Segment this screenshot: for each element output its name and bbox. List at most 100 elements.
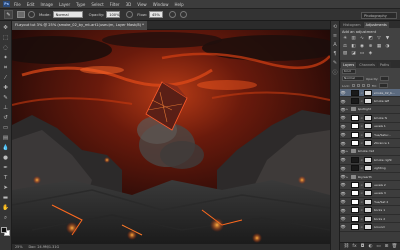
new-group-icon[interactable]: ▭: [376, 244, 381, 249]
layer-row[interactable]: 👁 ∞ Levels 3: [340, 189, 400, 199]
visibility-eye-icon[interactable]: 👁: [340, 99, 345, 104]
layer-thumbnail[interactable]: [351, 207, 359, 214]
levels-icon[interactable]: ▥: [351, 36, 357, 41]
menu-edit[interactable]: Edit: [27, 2, 35, 7]
layer-mask-thumbnail[interactable]: [364, 207, 372, 214]
eyedropper-tool-icon[interactable]: ⁄: [2, 74, 10, 82]
curves-icon[interactable]: ∿: [359, 36, 365, 41]
brightness-contrast-icon[interactable]: ☀: [342, 36, 348, 41]
healing-brush-tool-icon[interactable]: ✚: [2, 84, 10, 92]
layer-thumbnail[interactable]: [351, 140, 359, 147]
hand-tool-icon[interactable]: ✋: [2, 204, 10, 212]
type-tool-icon[interactable]: T: [2, 174, 10, 182]
mask-link-icon[interactable]: ∞: [361, 116, 364, 120]
quick-select-tool-icon[interactable]: ✦: [2, 54, 10, 62]
layer-thumbnail[interactable]: [351, 123, 359, 130]
path-select-tool-icon[interactable]: ➤: [2, 184, 10, 192]
mode-select[interactable]: Normal: [52, 11, 83, 18]
layer-row[interactable]: 👁 ∞ Hue/Sat 2: [340, 198, 400, 207]
brush-size-picker[interactable]: [17, 11, 25, 18]
tab-layers[interactable]: Layers: [341, 62, 357, 68]
layer-thumbnail[interactable]: [351, 131, 359, 138]
visibility-eye-icon[interactable]: 👁: [340, 141, 345, 146]
color-lookup-icon[interactable]: ▦: [376, 44, 382, 49]
layer-row[interactable]: 👁 ∞ Lighting: [340, 164, 400, 173]
black-white-icon[interactable]: ◧: [351, 44, 357, 49]
layer-mask-thumbnail[interactable]: [364, 131, 372, 138]
delete-layer-icon[interactable]: 🗑: [392, 244, 398, 249]
mask-link-icon[interactable]: ∞: [361, 99, 364, 103]
group-expand-icon[interactable]: ▸: [347, 107, 350, 111]
dodge-tool-icon[interactable]: ●: [2, 154, 10, 162]
link-layers-icon[interactable]: ⛓: [344, 244, 350, 249]
pen-tool-icon[interactable]: ✒: [2, 164, 10, 172]
layer-mask-thumbnail[interactable]: [364, 165, 372, 172]
mask-link-icon[interactable]: ∞: [361, 191, 364, 195]
info-panel-icon[interactable]: ⓘ: [332, 69, 338, 76]
zoom-tool-icon[interactable]: ⌕: [2, 214, 10, 222]
document-canvas[interactable]: [12, 30, 330, 243]
mask-link-icon[interactable]: ∞: [361, 166, 364, 170]
layer-mask-thumbnail[interactable]: [364, 98, 372, 105]
menu-3d[interactable]: 3D: [126, 2, 132, 7]
add-mask-icon[interactable]: ◘: [360, 244, 365, 249]
layer-thumbnail[interactable]: [351, 215, 359, 222]
tab-paths[interactable]: Paths: [377, 62, 392, 68]
lock-position-icon[interactable]: [361, 84, 365, 87]
selective-color-icon[interactable]: ◈: [368, 51, 374, 56]
visibility-eye-icon[interactable]: 👁: [340, 107, 345, 112]
new-adjustment-icon[interactable]: ◐: [368, 244, 373, 249]
character-panel-icon[interactable]: A: [332, 42, 338, 48]
visibility-eye-icon[interactable]: 👁: [340, 115, 345, 120]
triangle-icon[interactable]: ▽: [376, 36, 382, 41]
menu-help[interactable]: Help: [174, 2, 183, 7]
brush-tool-preset-icon[interactable]: ✎: [4, 10, 13, 19]
tab-adjustments[interactable]: Adjustments: [363, 22, 389, 28]
history-brush-tool-icon[interactable]: ↺: [2, 114, 10, 122]
menu-select[interactable]: Select: [91, 2, 103, 7]
new-layer-icon[interactable]: ⊞: [384, 244, 389, 249]
brush-tool-icon[interactable]: ✎: [2, 94, 10, 102]
opacity-field[interactable]: 100%: [106, 11, 121, 18]
layer-mask-thumbnail[interactable]: [364, 114, 372, 121]
menu-window[interactable]: Window: [153, 2, 169, 7]
group-expand-icon[interactable]: ▸: [347, 149, 350, 153]
visibility-eye-icon[interactable]: 👁: [340, 208, 345, 213]
layer-row[interactable]: 👁 ∞ Smoke fx: [340, 114, 400, 123]
mask-link-icon[interactable]: ∞: [361, 158, 364, 162]
mask-link-icon[interactable]: ∞: [361, 208, 364, 212]
blend-mode-select[interactable]: Normal: [342, 76, 364, 81]
tab-channels[interactable]: Channels: [357, 62, 377, 68]
menu-view[interactable]: View: [137, 2, 147, 7]
visibility-eye-icon[interactable]: 👁: [340, 132, 345, 137]
zoom-level[interactable]: 25%: [15, 245, 23, 249]
properties-panel-icon[interactable]: ≡: [332, 33, 338, 39]
layer-thumbnail[interactable]: [351, 181, 359, 188]
visibility-eye-icon[interactable]: 👁: [340, 157, 345, 162]
posterize-icon[interactable]: ▧: [342, 51, 348, 56]
mask-link-icon[interactable]: ∞: [361, 200, 364, 204]
layer-mask-thumbnail[interactable]: [364, 198, 372, 205]
layer-row[interactable]: 👁 ∞ Smoke right: [340, 156, 400, 165]
tab-histogram[interactable]: Histogram: [341, 22, 363, 28]
menu-type[interactable]: Type: [76, 2, 85, 7]
mask-link-icon[interactable]: ∞: [361, 124, 364, 128]
layer-row[interactable]: 👁 ∞ Ground: [340, 223, 400, 232]
visibility-eye-icon[interactable]: 👁: [340, 216, 345, 221]
paragraph-panel-icon[interactable]: ¶: [332, 51, 338, 57]
visibility-eye-icon[interactable]: 👁: [340, 224, 345, 229]
layer-row[interactable]: 👁 ▸ Smoke mid: [340, 147, 400, 157]
layer-mask-thumbnail[interactable]: [364, 156, 372, 163]
layer-thumbnail[interactable]: [351, 223, 359, 230]
flow-field[interactable]: 45%: [148, 11, 163, 18]
airbrush-icon[interactable]: [168, 11, 176, 18]
visibility-eye-icon[interactable]: 👁: [340, 174, 345, 179]
visibility-eye-icon[interactable]: 👁: [340, 166, 345, 171]
brush-presets-panel-icon[interactable]: ✎: [332, 60, 338, 66]
crop-tool-icon[interactable]: ⌗: [2, 64, 10, 72]
layer-opacity-field[interactable]: [380, 76, 390, 81]
mask-link-icon[interactable]: ∞: [361, 183, 364, 187]
layer-row[interactable]: 👁 ∞ Vibrance 1: [340, 139, 400, 148]
pressure-size-icon[interactable]: [179, 11, 187, 18]
layer-row[interactable]: 👁 ▸ Sky/earth: [340, 172, 400, 182]
